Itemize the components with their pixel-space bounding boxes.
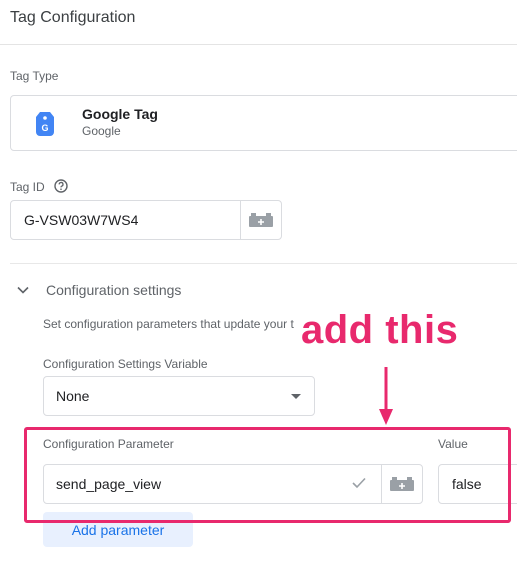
panel-header: Tag Configuration xyxy=(0,0,517,45)
annotation-text: add this xyxy=(301,308,459,352)
tag-id-value[interactable]: G-VSW03W7WS4 xyxy=(24,212,138,228)
settings-variable-label: Configuration Settings Variable xyxy=(43,357,208,371)
help-circle-icon[interactable] xyxy=(54,179,68,193)
tag-id-label: Tag ID xyxy=(10,180,45,194)
svg-text:G: G xyxy=(41,123,48,133)
page-title: Tag Configuration xyxy=(10,9,136,26)
google-tag-icon: G xyxy=(36,112,54,136)
settings-variable-value[interactable]: None xyxy=(56,388,89,404)
configuration-settings-title[interactable]: Configuration settings xyxy=(46,282,181,298)
field-divider xyxy=(240,201,241,239)
dropdown-caret-icon xyxy=(291,394,301,399)
variable-picker-icon[interactable] xyxy=(249,213,273,227)
arrow-down-icon xyxy=(379,367,393,425)
chevron-down-icon[interactable] xyxy=(16,283,30,297)
section-divider xyxy=(10,263,517,264)
highlight-box xyxy=(24,427,511,523)
tag-type-label: Tag Type xyxy=(10,69,59,83)
tag-type-name: Google Tag xyxy=(82,106,158,122)
configuration-description: Set configuration parameters that update… xyxy=(43,317,294,331)
tag-type-card[interactable] xyxy=(10,95,517,151)
tag-type-vendor: Google xyxy=(82,124,121,138)
